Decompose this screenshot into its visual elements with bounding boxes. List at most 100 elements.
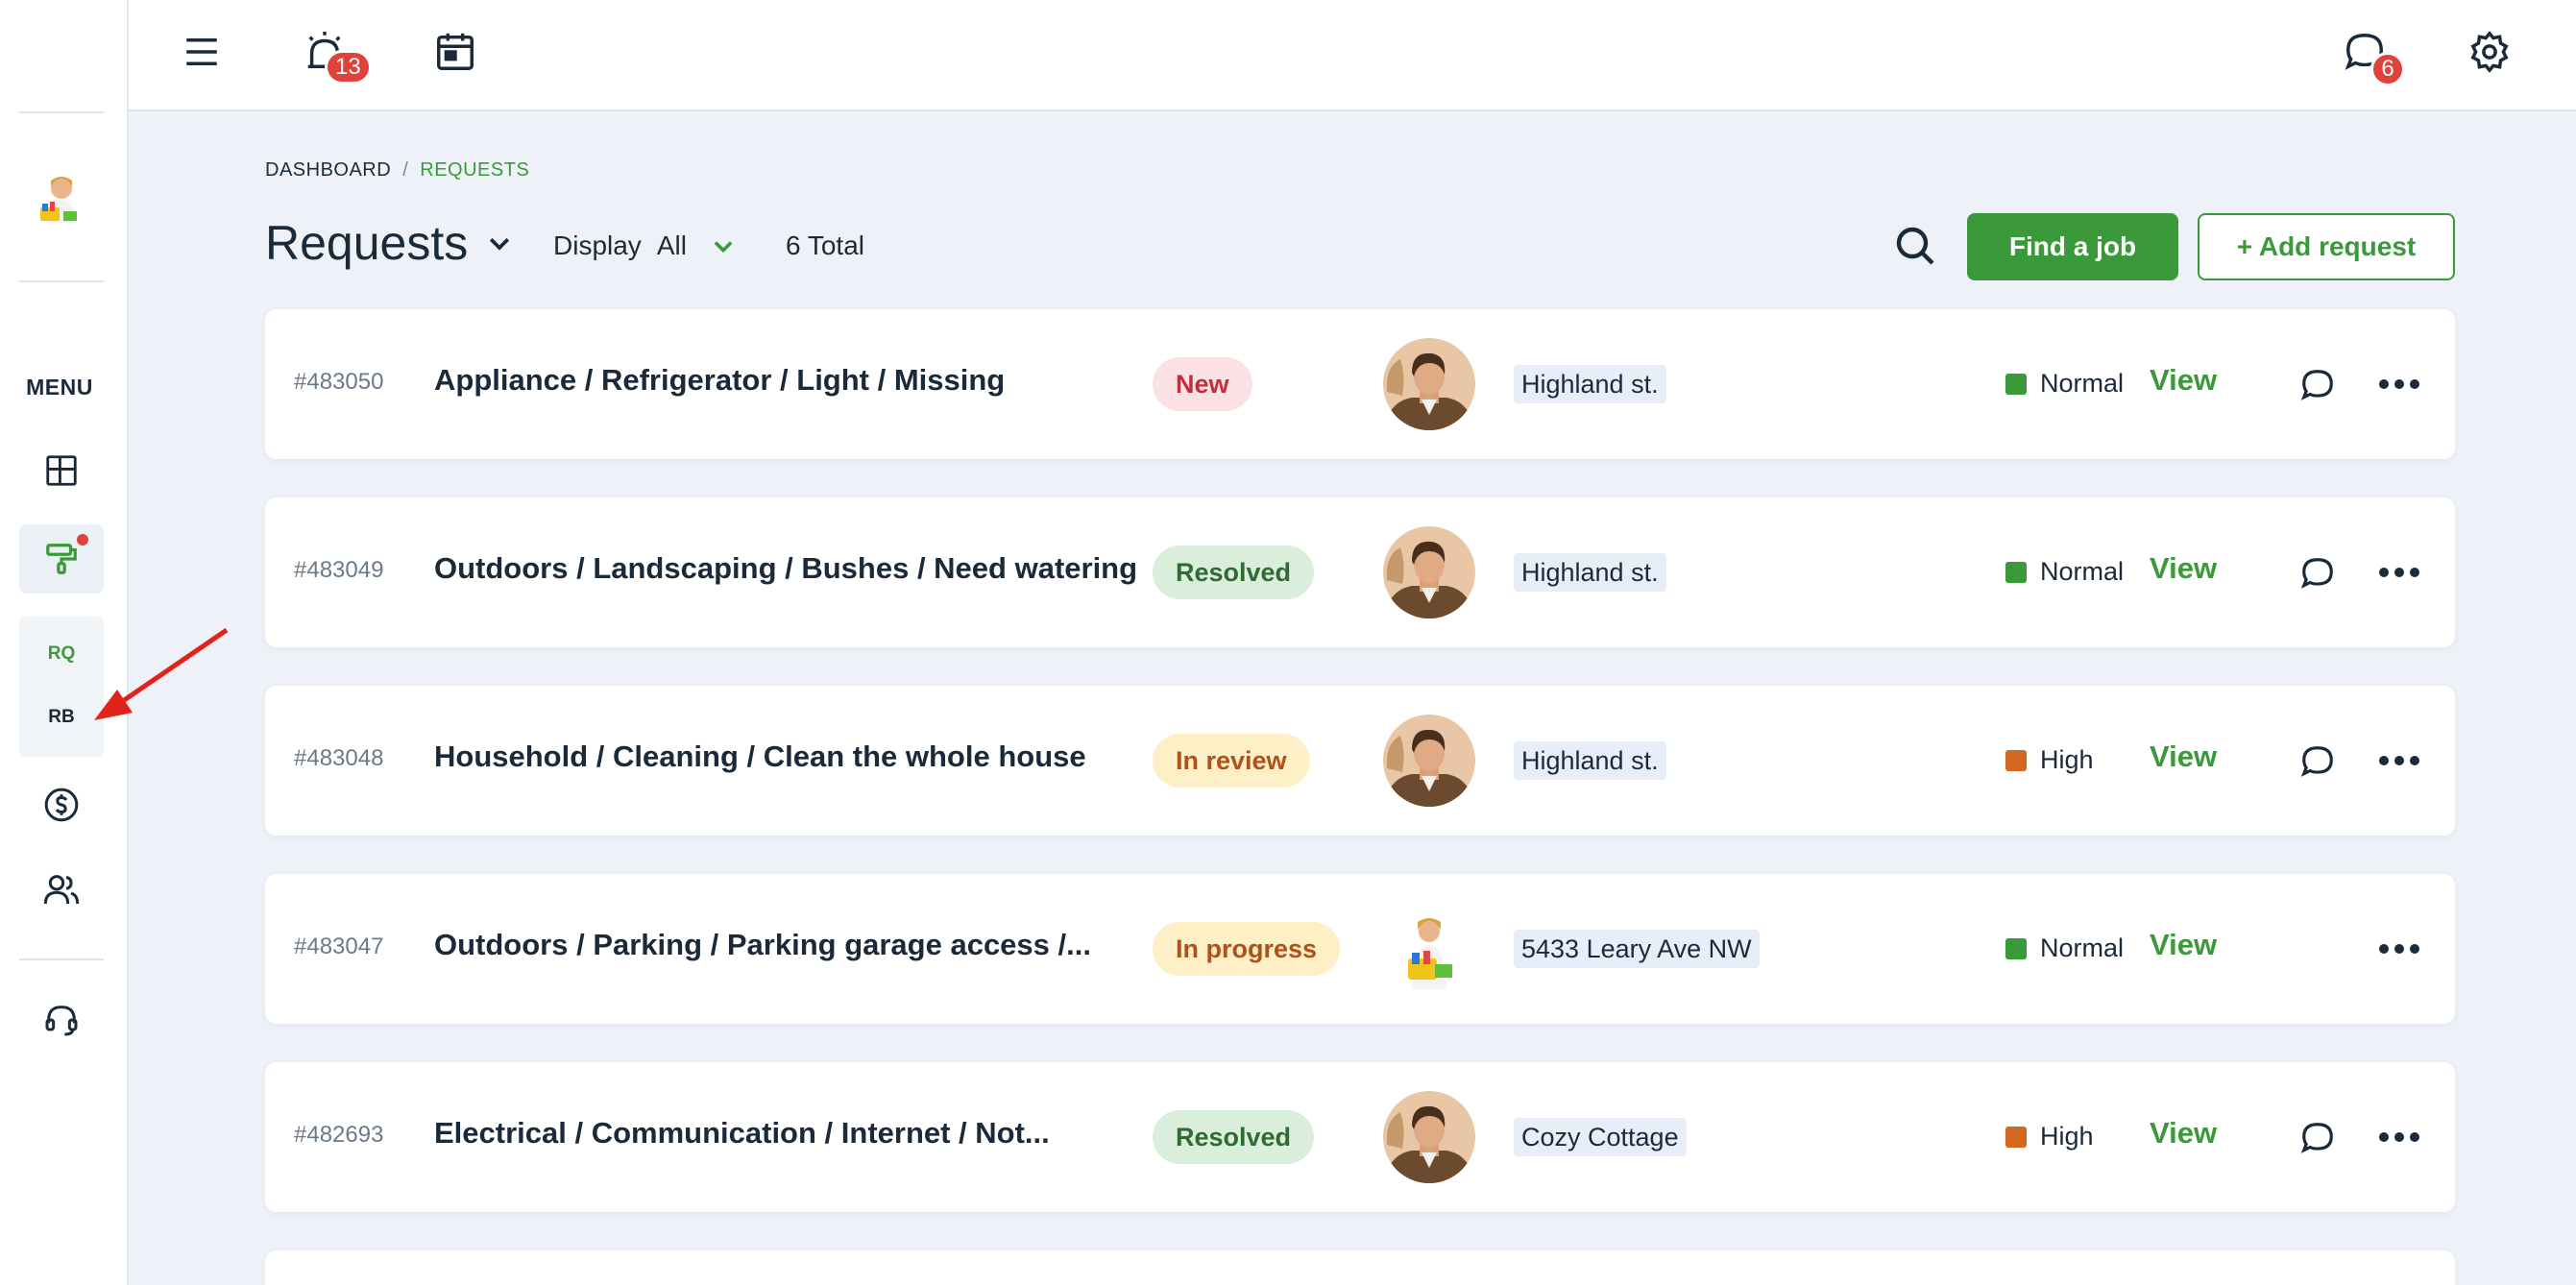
more-horizontal-icon bbox=[2379, 1132, 2419, 1142]
request-id: #483049 bbox=[294, 557, 384, 583]
chat-button[interactable] bbox=[2299, 555, 2336, 592]
more-horizontal-icon bbox=[2379, 568, 2419, 577]
more-options-button[interactable] bbox=[2376, 745, 2422, 776]
chat-button[interactable] bbox=[2299, 743, 2336, 780]
more-options-button[interactable] bbox=[2376, 933, 2422, 964]
view-link[interactable]: View bbox=[2150, 928, 2217, 962]
breadcrumb-dashboard[interactable]: DASHBOARD bbox=[265, 159, 391, 181]
priority: Normal bbox=[2005, 369, 2124, 399]
breadcrumb-separator: / bbox=[402, 159, 409, 181]
request-title[interactable]: Outdoors / Parking / Parking garage acce… bbox=[434, 928, 1091, 962]
hamburger-menu-button[interactable] bbox=[175, 25, 229, 79]
dashboard-icon bbox=[46, 455, 77, 486]
sidebar-divider bbox=[19, 280, 104, 282]
status-badge: Resolved bbox=[1153, 546, 1315, 599]
chevron-down-icon bbox=[490, 237, 510, 251]
hamburger-icon bbox=[186, 38, 217, 65]
priority-indicator bbox=[2005, 937, 2027, 959]
list-item[interactable]: #483050 Appliance / Refrigerator / Light… bbox=[265, 309, 2455, 459]
status-badge: In review bbox=[1153, 734, 1310, 788]
request-title[interactable]: Outdoors / Landscaping / Bushes / Need w… bbox=[434, 551, 1137, 586]
calendar-icon bbox=[437, 33, 474, 70]
request-id: #483047 bbox=[294, 933, 384, 959]
more-options-button[interactable] bbox=[2376, 1122, 2422, 1152]
request-id: #483048 bbox=[294, 745, 384, 771]
chevron-down-icon bbox=[714, 241, 733, 254]
sidebar-item-requests[interactable] bbox=[19, 524, 104, 594]
more-horizontal-icon bbox=[2379, 756, 2419, 765]
assignee-avatar[interactable] bbox=[1383, 1091, 1475, 1183]
headset-icon bbox=[45, 1006, 78, 1036]
sidebar-divider bbox=[19, 958, 104, 960]
page-title: Requests bbox=[265, 216, 469, 270]
paint-roller-icon bbox=[46, 544, 77, 574]
sidebar-item-billing[interactable] bbox=[19, 770, 104, 839]
alarm-button[interactable]: 13 bbox=[298, 25, 372, 85]
priority: Normal bbox=[2005, 557, 2124, 587]
priority-label: Normal bbox=[2040, 369, 2125, 398]
sidebar-divider bbox=[19, 111, 104, 113]
priority-indicator bbox=[2005, 1126, 2027, 1148]
dollar-circle-icon bbox=[44, 788, 79, 822]
display-value: All bbox=[656, 230, 687, 260]
messages-badge: 6 bbox=[2370, 52, 2405, 86]
property-tag: Highland st. bbox=[1514, 553, 1666, 592]
search-button[interactable] bbox=[1892, 223, 1938, 269]
settings-button[interactable] bbox=[2463, 25, 2516, 79]
chat-icon bbox=[2300, 558, 2333, 589]
chat-icon bbox=[2300, 746, 2333, 777]
property-tag: Highland st. bbox=[1514, 365, 1666, 403]
total-count: 6 Total bbox=[786, 230, 864, 260]
list-item[interactable]: #483049 Outdoors / Landscaping / Bushes … bbox=[265, 497, 2455, 647]
chat-icon bbox=[2300, 370, 2333, 400]
assignee-avatar[interactable] bbox=[1383, 715, 1475, 807]
calendar-button[interactable] bbox=[428, 25, 482, 79]
sidebar-item-support[interactable] bbox=[19, 985, 104, 1055]
view-link[interactable]: View bbox=[2150, 739, 2217, 774]
request-title[interactable]: Appliance / Refrigerator / Light / Missi… bbox=[434, 363, 1005, 398]
notification-dot bbox=[77, 534, 88, 546]
view-link[interactable]: View bbox=[2150, 551, 2217, 586]
request-id: #482693 bbox=[294, 1122, 384, 1148]
priority-label: High bbox=[2040, 1122, 2094, 1151]
more-horizontal-icon bbox=[2379, 379, 2419, 389]
users-icon bbox=[43, 875, 80, 905]
priority-label: Normal bbox=[2040, 933, 2125, 962]
more-horizontal-icon bbox=[2379, 944, 2419, 954]
priority-indicator bbox=[2005, 561, 2027, 583]
list-item[interactable] bbox=[265, 1250, 2455, 1285]
assignee-avatar[interactable] bbox=[1383, 338, 1475, 430]
sidebar-item-users[interactable] bbox=[19, 855, 104, 924]
person-photo-icon bbox=[1383, 526, 1475, 618]
view-link[interactable]: View bbox=[2150, 1116, 2217, 1151]
view-link[interactable]: View bbox=[2150, 363, 2217, 398]
priority: High bbox=[2005, 745, 2094, 775]
display-label: Display bbox=[553, 230, 642, 260]
user-avatar[interactable] bbox=[35, 169, 88, 230]
priority-label: Normal bbox=[2040, 557, 2125, 586]
list-item[interactable]: #483048 Household / Cleaning / Clean the… bbox=[265, 686, 2455, 836]
list-item[interactable]: #482693 Electrical / Communication / Int… bbox=[265, 1062, 2455, 1212]
assignee-avatar[interactable] bbox=[1383, 903, 1475, 995]
property-tag: Cozy Cottage bbox=[1514, 1118, 1687, 1156]
request-title[interactable]: Electrical / Communication / Internet / … bbox=[434, 1116, 1050, 1151]
page-title-dropdown[interactable]: Requests bbox=[265, 215, 514, 271]
messages-button[interactable]: 6 bbox=[2338, 25, 2405, 86]
add-request-button[interactable]: + Add request bbox=[2198, 213, 2455, 280]
breadcrumb: DASHBOARD / REQUESTS bbox=[265, 159, 529, 182]
chat-button[interactable] bbox=[2299, 1120, 2336, 1156]
more-options-button[interactable] bbox=[2376, 557, 2422, 588]
chat-button[interactable] bbox=[2299, 367, 2336, 403]
find-job-button[interactable]: Find a job bbox=[1967, 213, 2178, 280]
display-filter[interactable]: Display All bbox=[553, 230, 737, 261]
status-badge: In progress bbox=[1153, 922, 1341, 976]
more-options-button[interactable] bbox=[2376, 369, 2422, 400]
status-badge: New bbox=[1153, 357, 1252, 411]
chat-icon bbox=[2300, 1123, 2333, 1153]
sidebar-item-dashboard[interactable] bbox=[19, 436, 104, 505]
assignee-avatar[interactable] bbox=[1383, 526, 1475, 618]
gear-icon bbox=[2470, 31, 2509, 73]
property-tag: Highland st. bbox=[1514, 741, 1666, 780]
list-item[interactable]: #483047 Outdoors / Parking / Parking gar… bbox=[265, 874, 2455, 1024]
request-title[interactable]: Household / Cleaning / Clean the whole h… bbox=[434, 739, 1086, 774]
